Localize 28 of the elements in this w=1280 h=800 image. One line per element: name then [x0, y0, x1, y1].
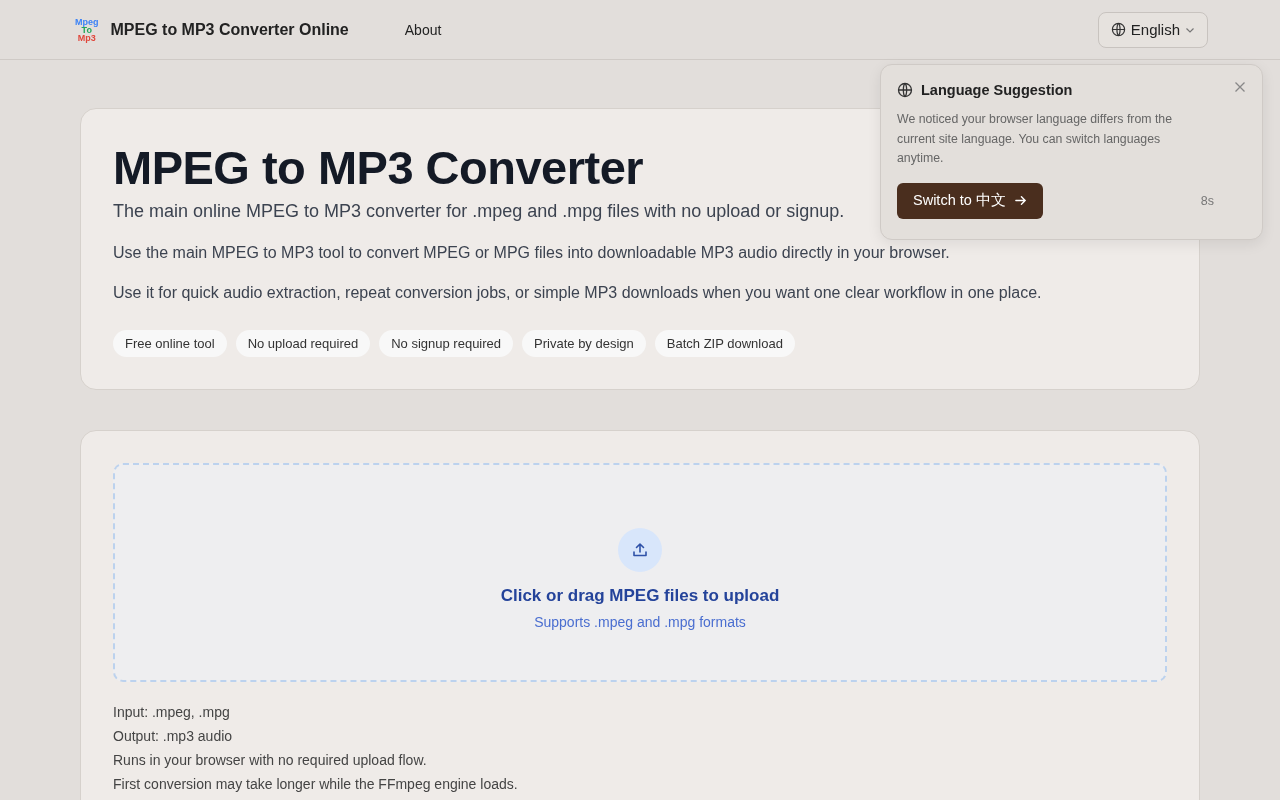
feature-tag: Private by design: [522, 330, 646, 357]
upload-prompt: Click or drag MPEG files to upload: [500, 585, 780, 606]
countdown: 8s: [1200, 193, 1214, 208]
subtitle: The main online MPEG to MP3 converter for .mpeg and .mpg files with no upload or signup.: [113, 201, 846, 222]
nav-link[interactable]: About: [404, 21, 442, 38]
popup-message: We noticed your browser language differs from the current site language. You can switch languages anytime.: [897, 111, 1173, 167]
description: Use it for quick audio extraction, repeat conversion jobs, or simple MP3 downloads when you want one clear workflow in one place.: [113, 284, 1043, 302]
arrow-right-icon: [1013, 194, 1027, 207]
logo-icon: Mpeg To Mp3: [75, 17, 99, 42]
popup-title: Language Suggestion: [921, 82, 1073, 98]
page-title: MPEG to MP3 Converter: [113, 140, 644, 196]
upload-dropzone[interactable]: Click or drag MPEG files to upload Supports .mpeg and .mpg formats: [113, 463, 1167, 682]
info-note: First conversion may take longer while the FFmpeg engine loads.: [113, 775, 519, 794]
feature-tag: Free online tool: [113, 330, 227, 357]
feature-tag: No signup required: [379, 330, 514, 357]
info-note: Output: .mp3 audio: [113, 727, 234, 746]
feature-tag: No upload required: [235, 330, 371, 357]
globe-icon: [1110, 22, 1126, 37]
description: Use the main MPEG to MP3 tool to convert MPEG or MPG files into downloadable MP3 audio directly in your browser.: [113, 244, 951, 262]
upload-hint: Supports .mpeg and .mpg formats: [534, 613, 746, 630]
upload-icon: [618, 527, 662, 572]
site-name[interactable]: MPEG to MP3 Converter Online: [110, 20, 349, 39]
switch-language-button[interactable]: Switch to 中文: [897, 182, 1043, 219]
language-button[interactable]: English: [1097, 11, 1208, 48]
info-note: Runs in your browser with no required upload flow.: [113, 751, 428, 770]
info-note: Input: .mpeg, .mpg: [113, 703, 231, 722]
feature-tag: Batch ZIP download: [654, 330, 795, 357]
globe-icon: [897, 82, 913, 98]
